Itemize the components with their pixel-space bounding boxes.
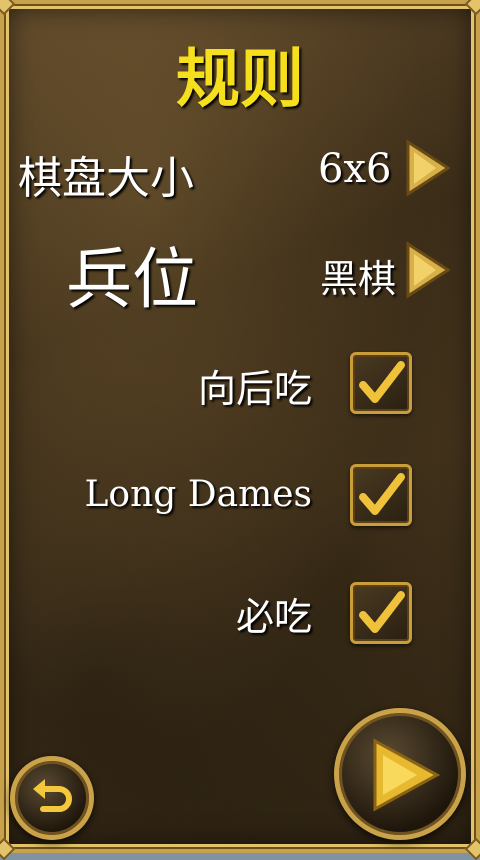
backward-capture-checkbox[interactable] [350,352,412,414]
pawn-position-label: 兵位 [66,241,198,318]
must-capture-checkbox[interactable] [350,582,412,644]
undo-arrow-icon [33,779,72,812]
long-dames-checkbox[interactable] [350,464,412,526]
option-backward-capture-label: 向后吃 [197,367,312,411]
checkmark-icon [359,591,405,633]
checkmark-icon [359,361,405,403]
board-size-value: 6x6 [318,146,392,192]
option-must-capture-label: 必吃 [235,595,312,639]
page-title: 规则 [176,43,304,117]
option-long-dames-label: Long Dames [84,474,313,515]
board-size-label: 棋盘大小 [18,153,194,204]
pawn-position-next-arrow-icon[interactable] [404,240,450,300]
pawn-position-value: 黑棋 [320,257,397,301]
board-size-next-arrow-icon[interactable] [404,138,450,198]
checkmark-icon [359,473,405,515]
next-button[interactable] [334,708,466,840]
play-arrow-icon [373,738,441,812]
back-button[interactable] [10,756,94,840]
